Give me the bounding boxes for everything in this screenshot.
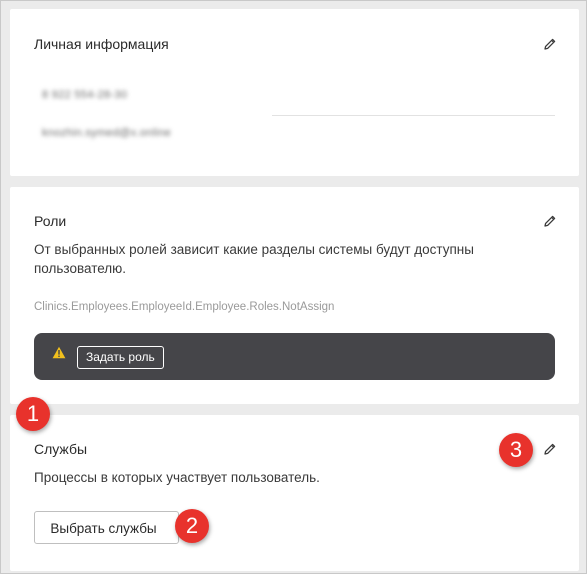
email-value: knozhin.symed@x.online	[42, 127, 172, 139]
no-role-alert: Задать роль	[34, 333, 555, 380]
edit-roles-pencil-icon[interactable]	[543, 214, 557, 228]
warning-icon	[52, 346, 66, 359]
edit-services-pencil-icon[interactable]	[543, 442, 557, 456]
edit-personal-pencil-icon[interactable]	[543, 37, 557, 51]
roles-not-assigned-key: Clinics.Employees.EmployeeId.Employee.Ro…	[34, 301, 335, 313]
roles-description: От выбранных ролей зависит какие разделы…	[34, 242, 474, 276]
annotation-badge-3: 3	[499, 433, 533, 467]
services-card: Службы Процессы в которых участвует поль…	[10, 415, 579, 571]
personal-info-card: Личная информация 8 922 554-28-30 knozhi…	[10, 9, 579, 176]
employee-profile-panel: Личная информация 8 922 554-28-30 knozhi…	[0, 0, 587, 574]
phone-value: 8 922 554-28-30	[42, 89, 128, 101]
personal-info-title: Личная информация	[34, 36, 169, 52]
services-description: Процессы в которых участвует пользовател…	[34, 470, 320, 485]
annotation-badge-1: 1	[16, 397, 50, 431]
select-services-button[interactable]: Выбрать службы	[34, 511, 179, 544]
annotation-badge-2: 2	[175, 509, 209, 543]
roles-title: Роли	[34, 213, 67, 229]
services-title: Службы	[34, 441, 88, 457]
assign-role-button[interactable]: Задать роль	[77, 346, 164, 369]
roles-card: Роли От выбранных ролей зависит какие ра…	[10, 187, 579, 404]
divider	[272, 115, 555, 116]
